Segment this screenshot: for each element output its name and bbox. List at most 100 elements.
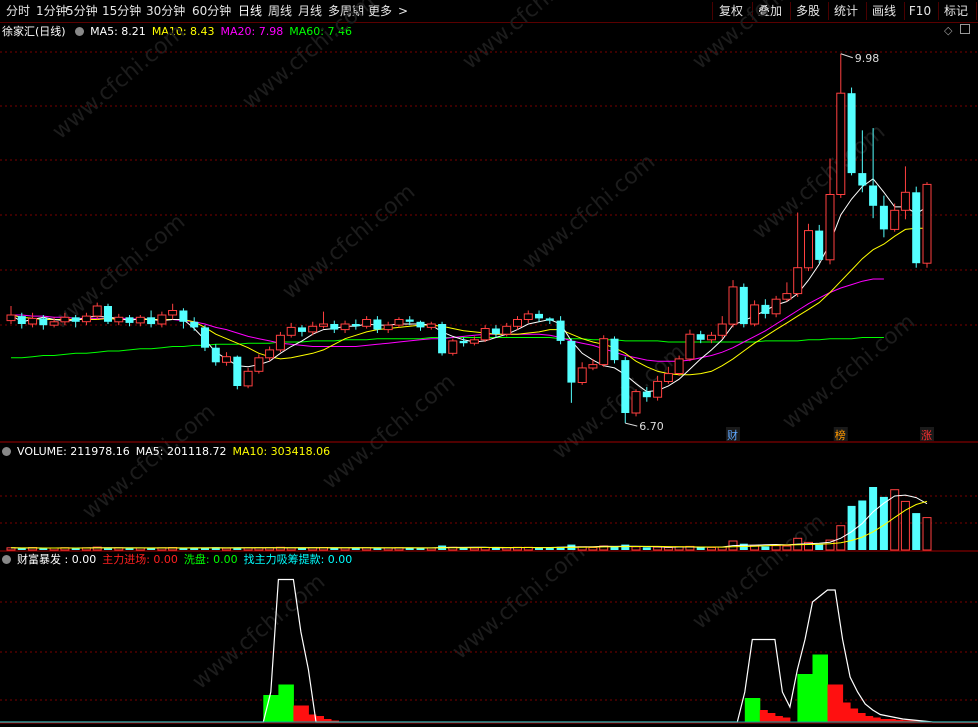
candle-body (523, 313, 533, 320)
indicator-labels: 财富暴发 : 0.00 主力进场: 0.00 洗盘: 0.00 找主力吸筹提款: 0.… (17, 553, 358, 566)
candle-19 (211, 344, 220, 366)
candle-body (157, 314, 167, 325)
indicator-green-bar-5 (752, 698, 761, 722)
watermark-text: www.cfchi.com (448, 539, 590, 664)
candle-68 (739, 283, 748, 328)
candle-body (298, 327, 306, 332)
candle-77 (836, 53, 846, 198)
marker-label-2: 涨 (921, 429, 932, 442)
candle-39 (426, 321, 436, 330)
candle-41 (448, 338, 458, 356)
candle-body (631, 391, 641, 414)
candle-49 (535, 310, 543, 322)
candle-75 (815, 224, 824, 264)
candle-body (577, 367, 587, 383)
candle-31 (340, 320, 350, 334)
candle-44 (480, 325, 490, 343)
indicator-red-bar-14 (857, 713, 866, 722)
candle-48 (523, 310, 533, 323)
candle-13 (147, 310, 156, 328)
candle-body (502, 325, 512, 335)
candle-82 (890, 203, 900, 232)
ma60-line (11, 337, 884, 359)
candle-body (480, 328, 490, 341)
candle-53 (577, 362, 587, 385)
watermark-layer: www.cfchi.com www.cfchi.com www.cfchi.com w… (48, 0, 920, 695)
candle-body (190, 321, 199, 328)
candle-12 (135, 315, 145, 327)
candle-58 (631, 389, 641, 417)
indicator-label-2: 洗盘: 0.00 (183, 553, 238, 566)
volume-bar-72 (782, 545, 792, 551)
candle-body (922, 183, 932, 264)
candle-body (394, 319, 404, 326)
diamond-icon[interactable]: ◇ (944, 24, 952, 37)
candle-body (71, 317, 80, 322)
candle-body (491, 328, 500, 335)
candle-3 (39, 315, 48, 330)
watermark-text: www.cfchi.com (518, 149, 660, 274)
high-label: 9.98 (855, 52, 880, 65)
volume-bar-58 (631, 546, 641, 551)
candle-body (890, 209, 900, 230)
low-pointer (625, 422, 638, 427)
watermark-text: www.cfchi.com (78, 399, 220, 524)
collapse-circle-icon[interactable] (2, 555, 11, 564)
indicator-green-bar-6 (797, 674, 806, 722)
candle-body (610, 338, 619, 361)
candle-body (469, 339, 479, 344)
volume-bar-70 (761, 546, 770, 550)
volume-bar-65 (707, 547, 716, 551)
watermark-text: www.cfchi.com (278, 179, 420, 304)
candle-18 (201, 325, 209, 352)
indicator-green-bar-2 (278, 684, 287, 722)
volume-bar-71 (771, 545, 781, 551)
high-pointer (840, 53, 853, 59)
candle-body (513, 319, 522, 327)
candle-body (28, 317, 38, 325)
candle-body (642, 391, 651, 398)
candle-body (900, 191, 910, 211)
candle-body (685, 333, 695, 360)
candle-body (275, 334, 285, 351)
candle-23 (254, 354, 264, 374)
volume-bar-50 (545, 547, 554, 550)
candle-body (330, 324, 339, 330)
candle-51 (556, 316, 565, 345)
candle-46 (502, 322, 512, 337)
candle-body (663, 373, 673, 383)
watermark-text: www.cfchi.com (458, 0, 600, 75)
volume-legend: VOLUME: 211978.16 MA5: 201118.72 MA10: 303… (2, 445, 342, 459)
indicator-legend: 财富暴发 : 0.00 主力进场: 0.00 洗盘: 0.00 找主力吸筹提款: 0.… (2, 553, 364, 567)
candle-body (179, 310, 188, 322)
candle-73 (793, 212, 803, 297)
candle-body (233, 356, 242, 386)
candle-25 (275, 331, 285, 353)
volume-bar-34 (373, 548, 382, 550)
volume-bar-64 (696, 547, 705, 550)
volume-bar-59 (642, 547, 651, 550)
candle-9 (104, 303, 112, 325)
candle-body (815, 230, 824, 260)
volume-bar-61 (663, 547, 673, 551)
watermark-text: www.cfchi.com (778, 309, 920, 434)
candle-body (717, 323, 727, 336)
candle-17 (190, 317, 199, 331)
candle-body (125, 317, 134, 323)
volume-bar-11 (125, 548, 134, 550)
candle-body (39, 318, 48, 326)
indicator-red-bar-3 (316, 716, 324, 722)
candle-32 (351, 319, 360, 330)
candle-69 (750, 300, 760, 327)
candle-body (782, 293, 792, 300)
candle-body (60, 316, 70, 323)
candle-body (804, 230, 813, 269)
candle-body (222, 356, 231, 363)
square-icon[interactable] (959, 24, 970, 34)
candle-20 (222, 352, 231, 366)
volume-bar-85 (922, 517, 932, 551)
candle-body (438, 324, 447, 354)
collapse-circle-icon[interactable] (2, 447, 11, 456)
candle-70 (761, 299, 770, 319)
candle-45 (491, 325, 500, 338)
